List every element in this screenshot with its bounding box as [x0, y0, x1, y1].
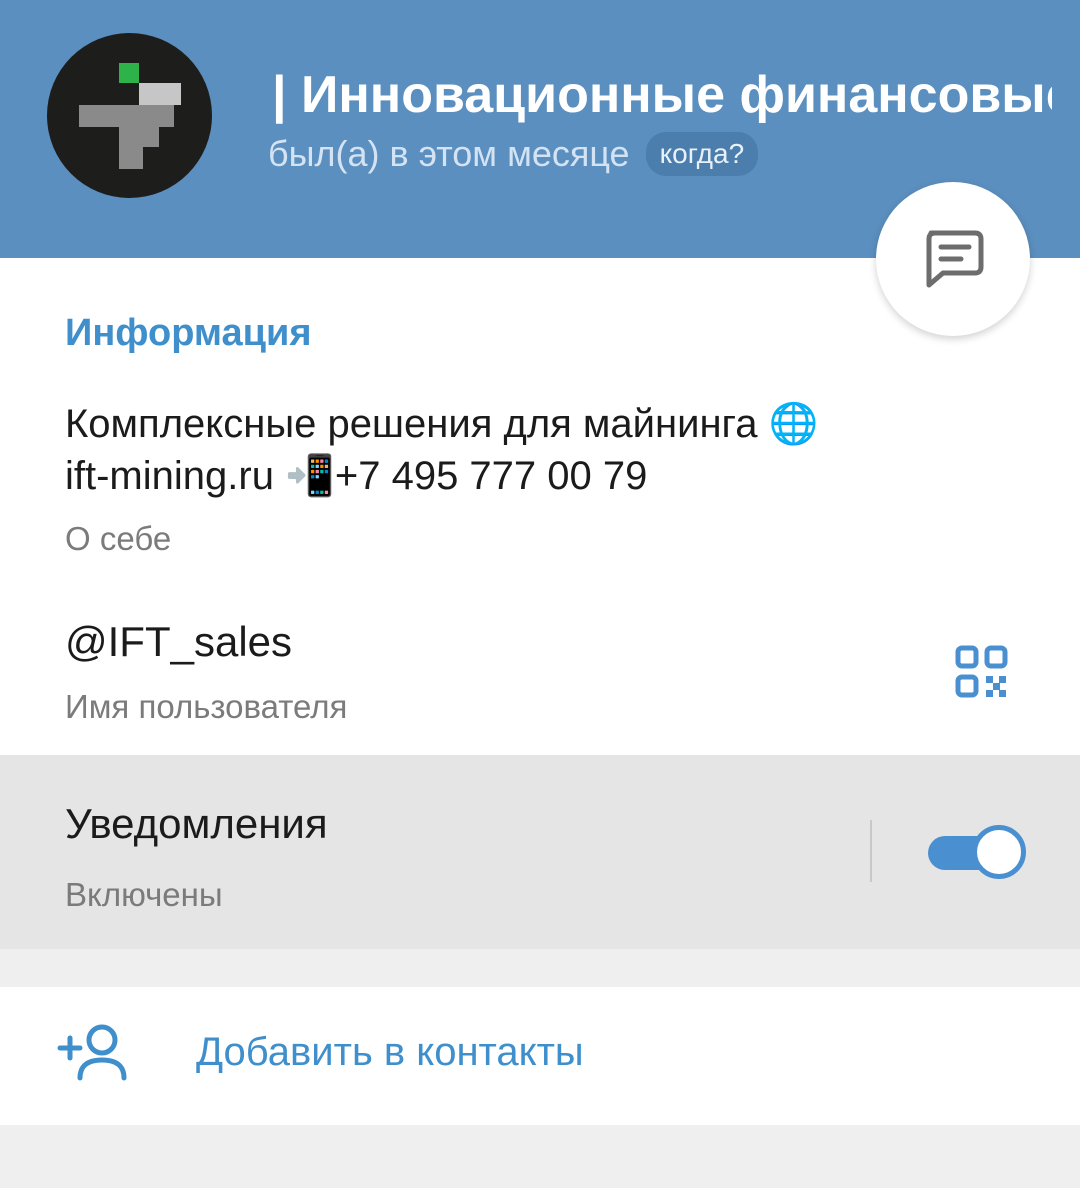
- bio-label: О себе: [65, 520, 172, 557]
- username-label: Имя пользователя: [65, 688, 348, 725]
- add-contact-button[interactable]: Добавить в контакты: [196, 1030, 584, 1075]
- notifications-row[interactable]: [0, 755, 1080, 949]
- divider: [870, 820, 872, 882]
- notifications-title: Уведомления: [65, 800, 328, 847]
- avatar[interactable]: [47, 33, 212, 198]
- notifications-state: Включены: [65, 876, 223, 913]
- last-seen-status: был(а) в этом месяце: [268, 133, 630, 174]
- qr-code-button[interactable]: [955, 645, 1009, 704]
- message-button[interactable]: [876, 182, 1030, 336]
- profile-title: | Инновационные финансовые технологии: [272, 66, 1052, 124]
- status-row: был(а) в этом месяце когда?: [268, 128, 759, 180]
- logo-icon: [79, 63, 181, 169]
- bio-line-2[interactable]: ift-mining.ru 📲+7 495 777 00 79: [65, 452, 647, 499]
- add-contact-icon-wrap: [56, 1022, 128, 1087]
- add-person-icon: [57, 1024, 127, 1081]
- username-value[interactable]: @IFT_sales: [65, 618, 292, 666]
- when-badge[interactable]: когда?: [645, 132, 759, 176]
- bio-line-1[interactable]: Комплексные решения для майнинга 🌐: [65, 400, 818, 447]
- toggle-knob: [972, 825, 1026, 879]
- section-title-info: Информация: [65, 312, 312, 354]
- message-icon: [926, 230, 984, 288]
- qr-code-icon: [955, 645, 1008, 698]
- notifications-toggle[interactable]: [928, 825, 1026, 879]
